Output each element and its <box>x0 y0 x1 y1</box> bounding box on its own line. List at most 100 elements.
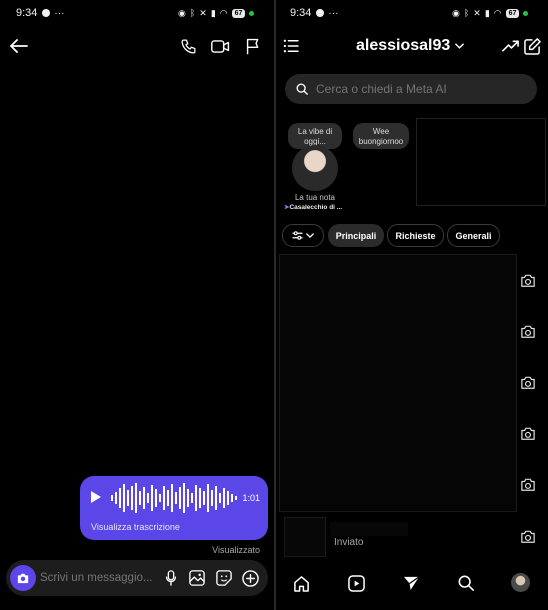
video-call-button[interactable] <box>209 35 231 57</box>
friend-note[interactable]: Wee buongiornoo <box>352 120 414 206</box>
telegram-icon <box>316 9 325 17</box>
plus-circle-icon <box>241 569 259 587</box>
report-button[interactable] <box>242 35 264 57</box>
status-time: 9:34 <box>290 7 312 19</box>
voice-message-bubble[interactable]: 1:01 Visualizza trascrizione <box>80 476 268 540</box>
more-dots-icon: ··· <box>54 7 65 19</box>
avatar-redacted <box>284 517 326 557</box>
phone-icon <box>180 38 196 54</box>
username: alessiosal93 <box>356 37 451 54</box>
camera-icon <box>521 427 535 440</box>
camera-button[interactable] <box>10 565 36 591</box>
location-icon: ◉ <box>178 7 186 18</box>
note-location: ➤Casalecchio di ... <box>284 203 348 211</box>
compose-button[interactable] <box>522 36 542 56</box>
image-icon <box>189 570 205 586</box>
nav-reels[interactable] <box>346 573 366 593</box>
voice-duration: 1:01 <box>242 493 260 503</box>
panel-divider <box>274 0 276 610</box>
privacy-dot <box>249 10 255 16</box>
waveform <box>111 483 237 513</box>
list-icon <box>283 39 299 53</box>
play-button[interactable] <box>90 490 102 504</box>
search-bar[interactable] <box>285 74 537 104</box>
more-dots-icon: ··· <box>328 7 339 19</box>
my-note-text: La vibe di oggi... <box>297 127 333 146</box>
nav-messages[interactable] <box>401 573 421 593</box>
conversation-list-redacted[interactable] <box>279 254 517 512</box>
nav-home[interactable] <box>291 573 311 593</box>
home-icon <box>293 575 309 592</box>
camera-reply-button[interactable] <box>518 527 538 547</box>
chevron-down-icon <box>306 233 314 238</box>
gallery-button[interactable] <box>187 568 207 588</box>
avatar <box>292 145 338 191</box>
camera-reply-button[interactable] <box>518 424 538 444</box>
location-icon: ◉ <box>452 7 460 18</box>
seen-label: Visualizzato <box>212 545 260 555</box>
camera-icon <box>521 325 535 338</box>
voice-record-button[interactable] <box>161 568 181 588</box>
mute-icon: ✕ <box>199 7 207 18</box>
flag-icon <box>246 38 259 54</box>
sliders-icon <box>292 231 303 240</box>
status-time: 9:34 <box>16 7 38 19</box>
search-icon <box>458 575 474 591</box>
mute-icon: ✕ <box>473 7 481 18</box>
camera-icon <box>521 530 535 543</box>
battery-indicator: 67 <box>505 8 520 18</box>
camera-icon <box>521 274 535 287</box>
edit-icon <box>523 37 541 55</box>
sticker-button[interactable] <box>214 568 234 588</box>
wifi-icon: ◠ <box>493 7 502 18</box>
account-switcher[interactable]: alessiosal93 <box>356 37 465 55</box>
friend-note-text: Wee buongiornoo <box>358 127 404 146</box>
message-input[interactable] <box>40 569 152 587</box>
name-redacted <box>330 522 408 536</box>
reels-icon <box>347 574 365 592</box>
tab-generali[interactable]: Generali <box>447 224 500 247</box>
friend-note-redacted[interactable] <box>416 118 546 206</box>
add-button[interactable] <box>240 568 260 588</box>
filter-settings-button[interactable] <box>282 224 324 247</box>
search-input[interactable] <box>316 81 526 97</box>
friend-note-bubble: Wee buongiornoo <box>353 123 409 149</box>
list-menu-button[interactable] <box>281 36 301 56</box>
left-status-bar: 9:34 ··· <box>16 7 64 19</box>
right-status-bar: 9:34 ··· <box>290 7 338 19</box>
wifi-icon: ◠ <box>219 7 228 18</box>
sticker-icon <box>216 570 232 586</box>
battery-indicator: 67 <box>231 8 246 18</box>
bluetooth-icon: ᛒ <box>189 8 196 18</box>
bluetooth-icon: ᛒ <box>463 8 470 18</box>
note-caption: La tua nota <box>294 193 336 202</box>
send-icon <box>403 576 419 591</box>
conversation-status: Inviato <box>334 537 364 548</box>
insights-button[interactable] <box>500 36 520 56</box>
tab-richieste[interactable]: Richieste <box>387 224 444 247</box>
message-composer <box>6 560 268 596</box>
camera-reply-button[interactable] <box>518 271 538 291</box>
left-status-icons: ◉ ᛒ ✕ ▮ ◠ 67 <box>178 7 255 19</box>
trending-up-icon <box>501 40 519 52</box>
play-icon <box>91 491 101 503</box>
back-button[interactable] <box>8 35 30 57</box>
call-button[interactable] <box>177 35 199 57</box>
right-status-icons: ◉ ᛒ ✕ ▮ ◠ 67 <box>452 7 529 19</box>
camera-icon <box>17 573 29 584</box>
camera-reply-button[interactable] <box>518 373 538 393</box>
microphone-icon <box>165 570 177 586</box>
signal-icon: ▮ <box>484 7 490 18</box>
camera-icon <box>521 478 535 491</box>
camera-reply-button[interactable] <box>518 322 538 342</box>
view-transcript-link[interactable]: Visualizza trascrizione <box>91 522 180 532</box>
nav-search[interactable] <box>456 573 476 593</box>
camera-icon <box>521 376 535 389</box>
camera-reply-button[interactable] <box>518 475 538 495</box>
my-note[interactable]: La vibe di oggi... La tua nota ➤Casalecc… <box>282 120 348 212</box>
video-camera-icon <box>210 39 229 53</box>
tab-principali[interactable]: Principali <box>328 224 384 247</box>
nav-profile-avatar[interactable] <box>511 573 530 592</box>
chevron-down-icon <box>455 43 465 49</box>
search-icon <box>296 83 308 95</box>
